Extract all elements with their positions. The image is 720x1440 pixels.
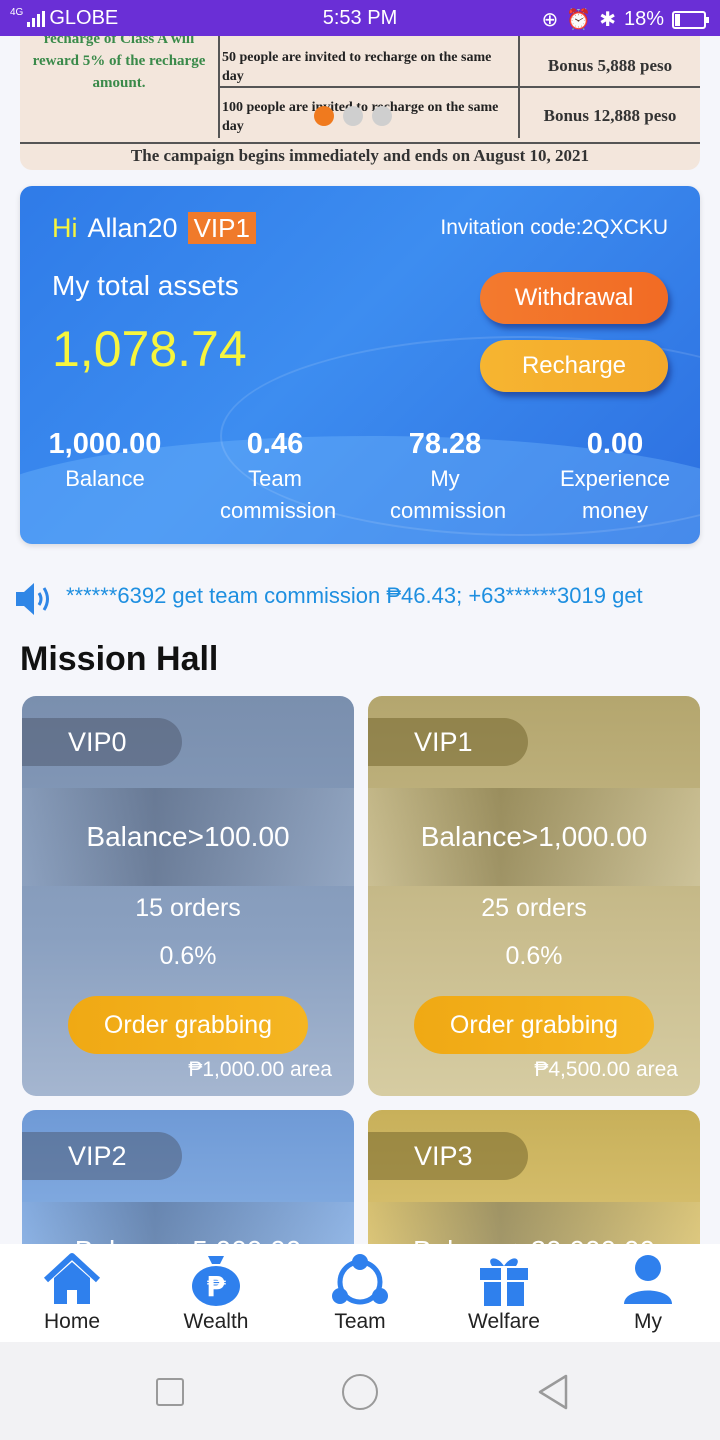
stat-value: 78.28 (408, 428, 482, 460)
user-icon (624, 1255, 672, 1304)
bluetooth-icon: ✱ (599, 9, 616, 31)
ticker-text: ******6392 get team commission ₱46.43; +… (66, 583, 643, 608)
announcement-ticker: ******6392 get team commission ₱46.43; +… (14, 578, 706, 618)
lock-icon: ⊕ (541, 9, 559, 31)
promo-banner[interactable]: recharge of Class A will reward 5% of th… (20, 36, 700, 170)
home-circle-icon[interactable] (342, 1374, 378, 1410)
order-grabbing-button[interactable]: Order grabbing (414, 996, 654, 1054)
mission-orders: 15 orders (135, 894, 241, 922)
recharge-button[interactable]: Recharge (480, 340, 668, 392)
nav-home[interactable]: Home (0, 1244, 144, 1342)
system-navigation (0, 1342, 720, 1440)
nav-home-label: Home (43, 1310, 101, 1333)
mission-balance: Balance>5,000.00 (22, 1202, 354, 1244)
speaker-icon (14, 580, 56, 618)
recents-icon[interactable] (156, 1378, 184, 1406)
stat-balance: 1,000.00 Balance (20, 428, 190, 527)
stat-label: Team commission (220, 466, 337, 523)
banner-condition-1: 50 people are invited to recharge on the… (222, 50, 492, 84)
stat-label: My commission (390, 466, 507, 523)
nav-welfare[interactable]: Welfare (432, 1244, 576, 1342)
carousel-dot[interactable] (343, 106, 363, 126)
svg-text:₱: ₱ (206, 1270, 226, 1303)
mission-vip-tag: VIP3 (368, 1132, 528, 1180)
mission-vip-tag: VIP0 (22, 718, 182, 766)
stat-value: 0.46 (246, 428, 304, 460)
username: Allan20 (87, 212, 178, 243)
stat-my-commission: 78.28 My commission (360, 428, 530, 527)
nav-wealth-label: Wealth (183, 1310, 249, 1333)
banner-bonus-1: Bonus 5,888 peso (547, 56, 673, 75)
gift-icon (480, 1258, 528, 1306)
nav-team[interactable]: Team (288, 1244, 432, 1342)
invitation-code[interactable]: Invitation code:2QXCKU (440, 216, 668, 240)
stat-team-commission: 0.46 Team commission (190, 428, 360, 527)
mission-balance: Balance>100.00 (22, 788, 354, 886)
mission-hall-title: Mission Hall (20, 640, 219, 678)
withdrawal-button[interactable]: Withdrawal (480, 272, 668, 324)
stat-label: Experience money (560, 466, 671, 523)
mission-orders: 25 orders (481, 894, 587, 922)
carousel-dot[interactable] (314, 106, 334, 126)
mission-card-vip2[interactable]: VIP2 Balance>5,000.00 (22, 1110, 354, 1244)
status-bar: 4G GLOBE 5:53 PM ⊕ ⏰ ✱ 18% (0, 0, 720, 36)
carousel-dot[interactable] (372, 106, 392, 126)
banner-footer: The campaign begins immediately and ends… (20, 142, 700, 166)
mission-area: ₱1,000.00 area (188, 1058, 332, 1081)
greeting-hi: Hi (52, 212, 78, 243)
nav-my[interactable]: My (576, 1244, 720, 1342)
nav-wealth[interactable]: ₱ Wealth (144, 1244, 288, 1342)
greeting: Hi Allan20 VIP1 (52, 212, 256, 244)
mission-card-vip1[interactable]: VIP1 Balance>1,000.00 25 orders 0.6% Ord… (368, 696, 700, 1096)
total-assets-value: 1,078.74 (52, 321, 247, 377)
bottom-navigation: Home ₱ Wealth Team Welfare My (0, 1244, 720, 1342)
mission-area: ₱4,500.00 area (534, 1058, 678, 1081)
battery-icon (672, 10, 709, 29)
stat-label: Balance (65, 466, 145, 491)
nav-team-label: Team (334, 1310, 386, 1333)
mission-rate: 0.6% (505, 942, 563, 970)
peso-bag-icon: ₱ (192, 1256, 240, 1306)
mission-vip-tag: VIP1 (368, 718, 528, 766)
mission-balance: Balance>1,000.00 (368, 788, 700, 886)
mission-balance: Balance>20,000.00 (368, 1202, 700, 1244)
mission-vip-tag: VIP2 (22, 1132, 182, 1180)
stat-value: 1,000.00 (48, 428, 162, 460)
carousel-dots (314, 106, 392, 126)
back-icon[interactable] (534, 1372, 570, 1412)
nav-welfare-label: Welfare (468, 1310, 540, 1333)
order-grabbing-button[interactable]: Order grabbing (68, 996, 308, 1054)
total-assets-label: My total assets (52, 270, 239, 301)
account-stats: 1,000.00 Balance 0.46 Team commission 78… (20, 428, 700, 527)
team-icon (332, 1254, 388, 1305)
banner-left-text: recharge of Class A will reward 5% of th… (32, 36, 206, 91)
banner-bonus-2: Bonus 12,888 peso (543, 106, 677, 125)
mission-card-vip3[interactable]: VIP3 Balance>20,000.00 (368, 1110, 700, 1244)
mission-card-vip0[interactable]: VIP0 Balance>100.00 15 orders 0.6% Order… (22, 696, 354, 1096)
stat-value: 0.00 (586, 428, 644, 460)
asset-card: Hi Allan20 VIP1 Invitation code:2QXCKU M… (20, 186, 700, 544)
alarm-icon: ⏰ (566, 9, 592, 31)
home-icon (43, 1253, 101, 1304)
vip-badge: VIP1 (187, 212, 256, 244)
battery-percent: 18% (623, 8, 664, 30)
stat-experience-money: 0.00 Experience money (530, 428, 700, 527)
nav-my-label: My (634, 1310, 662, 1333)
mission-rate: 0.6% (159, 942, 217, 970)
